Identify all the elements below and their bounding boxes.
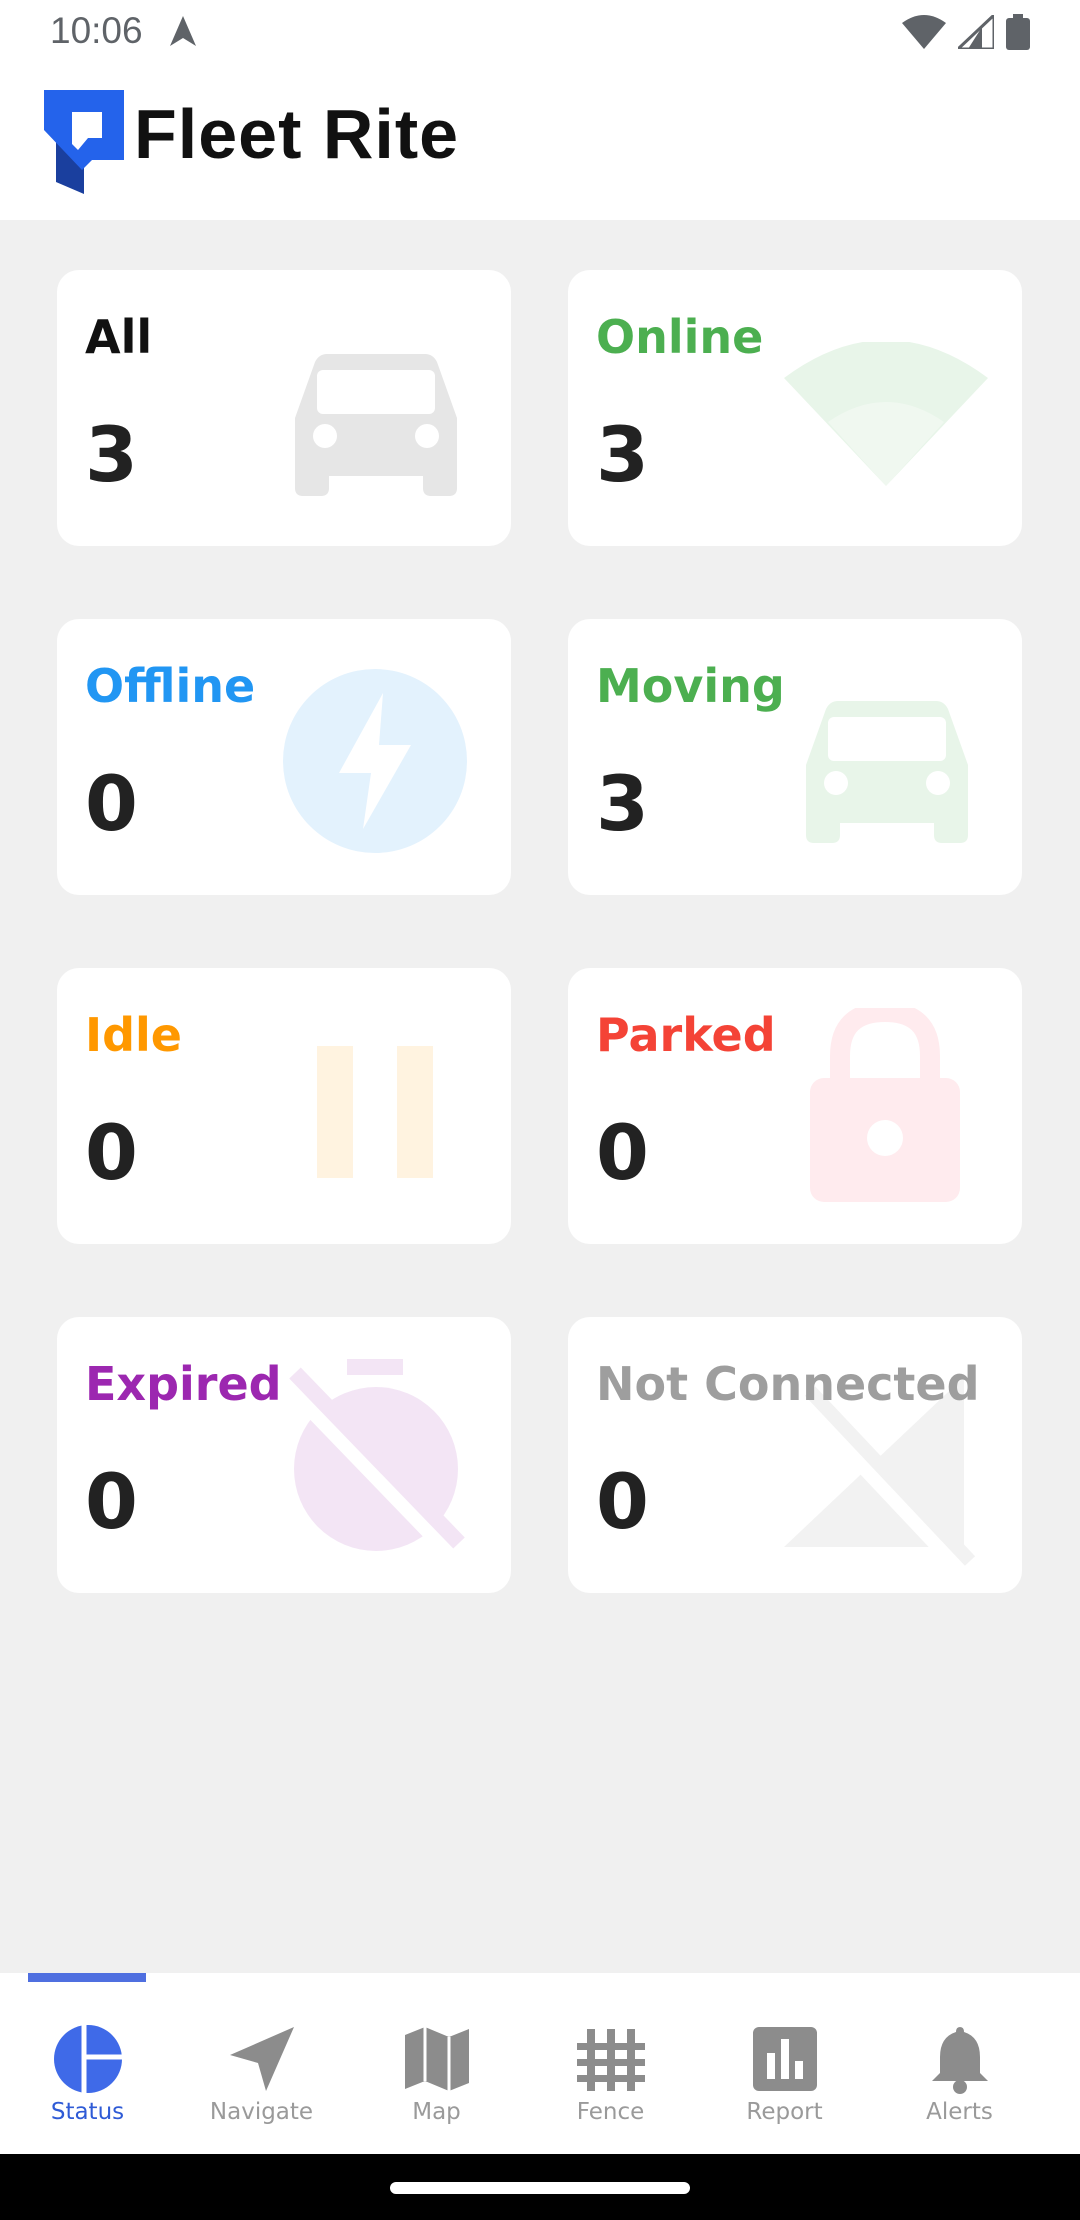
system-gesture-bar [0,2154,1080,2220]
map-icon [404,2027,469,2091]
nav-label: Navigate [209,2099,314,2125]
card-value: 0 [596,1457,649,1546]
app-title: Fleet Rite [134,95,460,173]
nav-item-status[interactable]: Status [0,1973,175,2154]
nav-item-map[interactable]: Map [349,1973,524,2154]
lock-icon [810,1008,960,1202]
card-label: Online [596,310,764,364]
timer-off-icon [281,1359,465,1559]
car-icon [806,701,968,843]
nav-item-alerts[interactable]: Alerts [872,1973,1047,2154]
status-card-moving[interactable]: Moving 3 [568,619,1022,895]
status-time: 10:06 [50,10,143,51]
bar-chart-icon [752,2027,817,2091]
pause-icon [317,1046,433,1178]
card-value: 0 [85,759,138,848]
card-label: Offline [85,659,256,713]
nav-label: Status [50,2099,125,2125]
card-label: Moving [596,659,785,713]
card-label: Parked [596,1008,776,1062]
card-label: All [85,310,153,364]
nav-label: Map [412,2099,461,2125]
pie-chart-icon [53,2025,122,2093]
home-gesture-handle[interactable] [390,2182,690,2194]
app-header: Fleet Rite [0,66,1080,220]
nav-item-report[interactable]: Report [697,1973,872,2154]
nav-label: Alerts [926,2099,993,2125]
card-label: Not Connected [596,1357,980,1411]
active-tab-indicator [28,1973,146,1982]
card-value: 3 [596,410,649,499]
status-card-offline[interactable]: Offline 0 [57,619,511,895]
nav-label: Fence [576,2099,645,2125]
status-card-all[interactable]: All 3 [57,270,511,546]
card-label: Idle [85,1008,183,1062]
fence-grid-icon [576,2029,645,2091]
fleet-rite-logo [44,90,124,194]
bell-icon [931,2027,988,2094]
wifi-icon [784,342,988,486]
status-card-expired[interactable]: Expired 0 [57,1317,511,1593]
car-icon [295,354,457,496]
nav-item-fence[interactable]: Fence [523,1973,698,2154]
card-value: 3 [596,759,649,848]
status-bar: 10:06 [0,0,1080,66]
card-label: Expired [85,1357,282,1411]
battery-icon [1006,14,1030,50]
card-value: 0 [85,1108,138,1197]
wifi-status-icon [902,15,946,49]
nav-item-navigate[interactable]: Navigate [174,1973,349,2154]
status-card-not-connected[interactable]: Not Connected 0 [568,1317,1022,1593]
cell-signal-icon [958,15,994,49]
nav-label: Report [746,2099,823,2125]
status-card-online[interactable]: Online 3 [568,270,1022,546]
bottom-nav: Status Navigate Map Fence Report Alerts [0,1973,1080,2154]
card-value: 0 [596,1108,649,1197]
bolt-icon [283,669,467,853]
navigation-status-icon [170,16,196,46]
status-icons [902,14,1030,50]
card-value: 0 [85,1457,138,1546]
card-value: 3 [85,410,138,499]
status-card-parked[interactable]: Parked 0 [568,968,1022,1244]
navigation-arrow-icon [229,2027,294,2091]
status-card-idle[interactable]: Idle 0 [57,968,511,1244]
